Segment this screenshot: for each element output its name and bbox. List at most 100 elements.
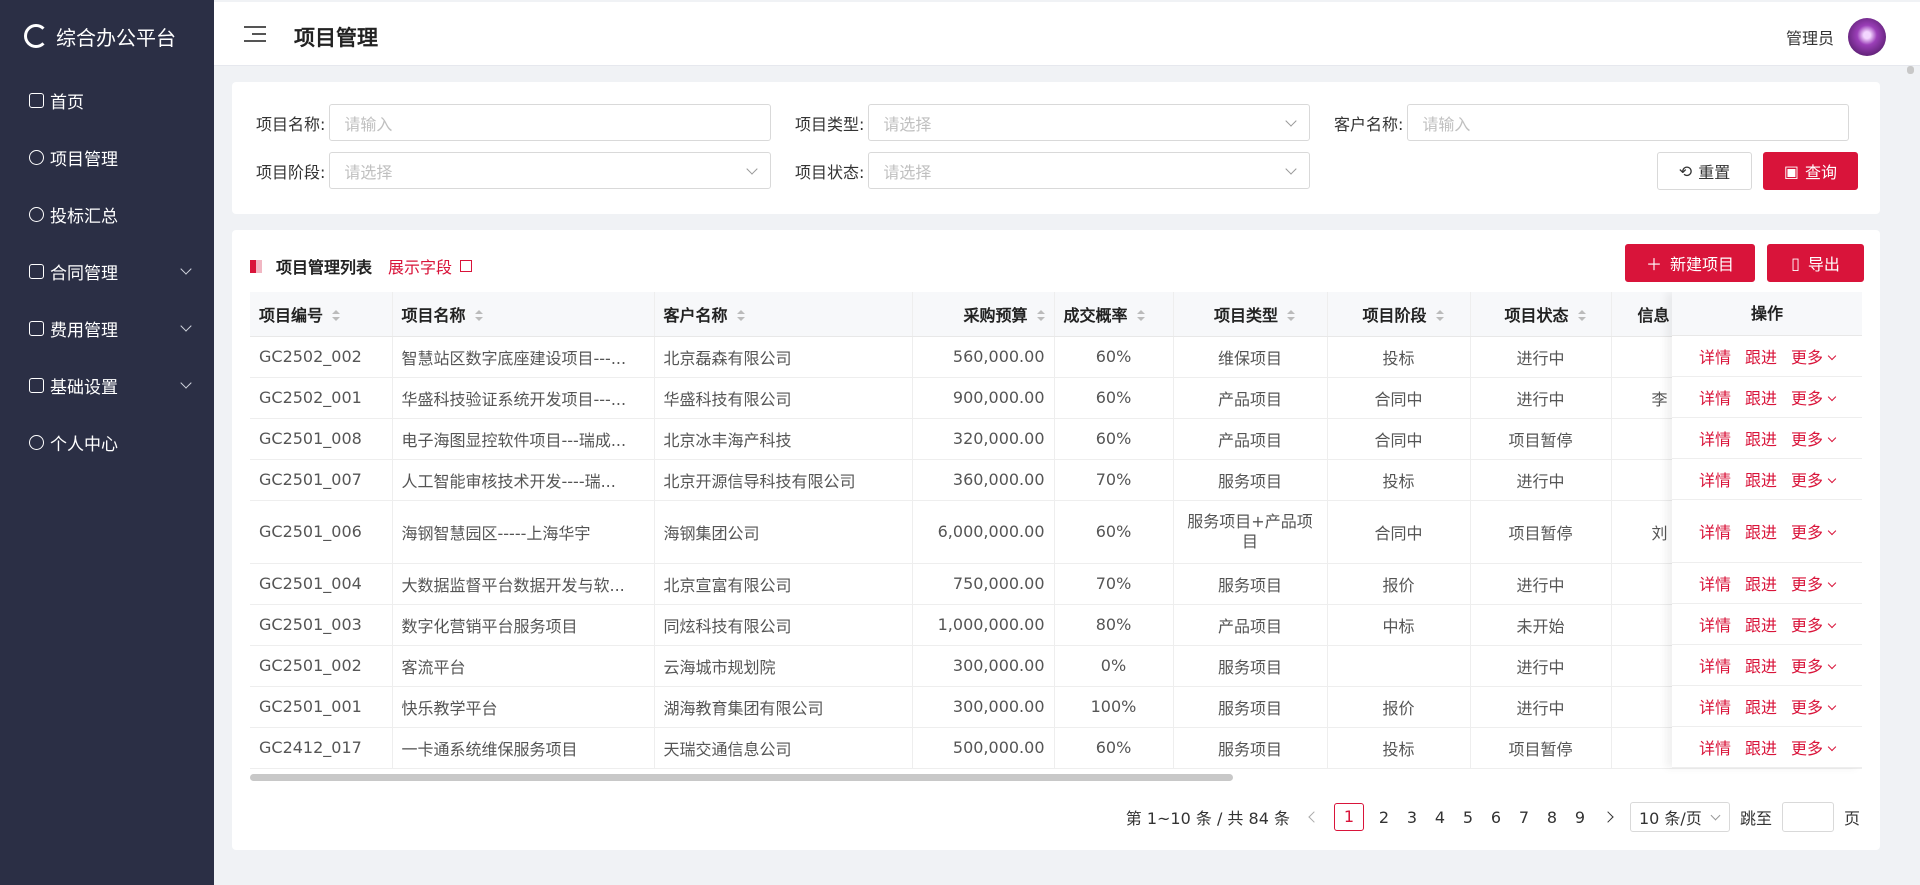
header-label: 成交概率 (1063, 305, 1128, 325)
sidebar-item-bids[interactable]: 投标汇总 (0, 186, 214, 243)
show-fields-button[interactable]: 展示字段 (388, 254, 473, 278)
jump-input[interactable] (1781, 802, 1834, 832)
sort-icon[interactable] (1577, 310, 1586, 322)
table-row[interactable]: GC2412_017 一卡通系统维保服务项目 天瑞交通信息公司 500,000.00 6… (250, 727, 1862, 769)
follow-link[interactable]: 跟进 (1745, 344, 1777, 368)
more-dropdown[interactable]: 更多 (1791, 426, 1835, 450)
table-cell: 北京开源信导科技有限公司 (654, 459, 913, 501)
project-name-input[interactable]: 请输入 (329, 104, 772, 141)
user-menu[interactable]: 管理员 (1786, 18, 1886, 56)
reset-button[interactable]: ⟲ 重置 (1657, 152, 1752, 190)
app-logo[interactable]: 综合办公平台 (0, 0, 214, 72)
sidebar-item-settings[interactable]: 基础设置 (0, 357, 214, 414)
sidebar-item-profile[interactable]: 个人中心 (0, 414, 214, 471)
sort-icon[interactable] (1287, 310, 1295, 322)
follow-link[interactable]: 跟进 (1745, 653, 1777, 677)
table-row[interactable]: GC2501_007 人工智能审核技术开发----瑞... 北京开源信导科技有限公司… (250, 459, 1862, 501)
follow-link[interactable]: 跟进 (1745, 467, 1777, 491)
follow-link[interactable]: 跟进 (1745, 519, 1777, 543)
col-header-name[interactable]: 项目名称 (392, 292, 655, 337)
col-header-customer[interactable]: 客户名称 (654, 292, 913, 337)
detail-link[interactable]: 详情 (1699, 467, 1731, 491)
follow-link[interactable]: 跟进 (1745, 426, 1777, 450)
sidebar-item-contracts[interactable]: 合同管理 (0, 243, 214, 300)
detail-link[interactable]: 详情 (1699, 653, 1731, 677)
sort-icon[interactable] (1036, 310, 1045, 322)
more-dropdown[interactable]: 更多 (1791, 612, 1835, 636)
col-header-probability[interactable]: 成交概率 (1054, 292, 1174, 337)
table-row[interactable]: GC2501_002 客流平台 云海城市规划院 300,000.00 0% 服务项目 进行中 (250, 645, 1862, 687)
page-number[interactable]: 4 (1432, 808, 1448, 827)
table-cell: 进行中 (1470, 563, 1612, 605)
table-row[interactable]: GC2502_002 智慧站区数字底座建设项目---... 北京磊森有限公司 560,… (250, 336, 1862, 378)
more-dropdown[interactable]: 更多 (1791, 653, 1835, 677)
page-number[interactable]: 7 (1516, 808, 1532, 827)
page-number[interactable]: 8 (1544, 808, 1560, 827)
more-dropdown[interactable]: 更多 (1791, 519, 1835, 543)
customer-name-input[interactable]: 请输入 (1407, 104, 1850, 141)
project-type-select[interactable]: 请选择 (868, 104, 1311, 141)
page-size-select[interactable]: 10 条/页 (1629, 802, 1730, 832)
sort-icon[interactable] (332, 310, 341, 322)
next-page-icon[interactable] (1602, 811, 1614, 823)
col-header-code[interactable]: 项目编号 (250, 292, 393, 337)
table-row[interactable]: GC2502_001 华盛科技验证系统开发项目---... 华盛科技有限公司 900,… (250, 377, 1862, 419)
follow-link[interactable]: 跟进 (1745, 571, 1777, 595)
table-row[interactable]: GC2501_003 数字化营销平台服务项目 同炫科技有限公司 1,000,000.0… (250, 604, 1862, 646)
project-stage-select[interactable]: 请选择 (329, 152, 772, 189)
sort-icon[interactable] (474, 310, 483, 322)
sidebar-item-home[interactable]: 首页 (0, 72, 214, 129)
page-number[interactable]: 2 (1376, 808, 1392, 827)
page-number[interactable]: 1 (1333, 803, 1364, 831)
table-row[interactable]: GC2501_008 电子海图显控软件项目---瑞成... 北京冰丰海产科技 320,… (250, 418, 1862, 460)
detail-link[interactable]: 详情 (1699, 612, 1731, 636)
table-row[interactable]: GC2501_004 大数据监督平台数据开发与软... 北京宣富有限公司 750,00… (250, 563, 1862, 605)
col-header-type[interactable]: 项目类型 (1173, 292, 1328, 337)
avatar[interactable] (1848, 18, 1886, 56)
col-header-status[interactable]: 项目状态 (1470, 292, 1612, 337)
sort-icon[interactable] (1136, 310, 1145, 322)
sort-icon[interactable] (1435, 310, 1444, 322)
query-button[interactable]: ▣ 查询 (1763, 152, 1858, 190)
page-number[interactable]: 5 (1460, 808, 1476, 827)
new-project-button[interactable]: ＋ 新建项目 (1625, 244, 1755, 282)
detail-link[interactable]: 详情 (1699, 426, 1731, 450)
page-number[interactable]: 9 (1572, 808, 1588, 827)
sidebar-item-projects[interactable]: 项目管理 (0, 129, 214, 186)
table-header-row: 项目编号 项目名称 客户名称 采购预算 成交概率 项目类型 项目阶段 项目状态 … (250, 292, 1862, 337)
sort-icon[interactable] (736, 310, 745, 322)
page-number[interactable]: 3 (1404, 808, 1420, 827)
page-number[interactable]: 6 (1488, 808, 1504, 827)
table-cell: 一卡通系统维保服务项目 (392, 727, 655, 769)
more-dropdown[interactable]: 更多 (1791, 571, 1835, 595)
table-row[interactable]: GC2501_006 海钢智慧园区-----上海华宇 海钢集团公司 6,000,000… (250, 500, 1862, 564)
follow-link[interactable]: 跟进 (1745, 735, 1777, 759)
detail-link[interactable]: 详情 (1699, 519, 1731, 543)
table-row[interactable]: GC2501_001 快乐教学平台 湖海教育集团有限公司 300,000.00 100%… (250, 686, 1862, 728)
col-header-budget[interactable]: 采购预算 (912, 292, 1055, 337)
detail-link[interactable]: 详情 (1699, 344, 1731, 368)
more-dropdown[interactable]: 更多 (1791, 344, 1835, 368)
detail-link[interactable]: 详情 (1699, 385, 1731, 409)
more-dropdown[interactable]: 更多 (1791, 694, 1835, 718)
more-dropdown[interactable]: 更多 (1791, 735, 1835, 759)
prev-page-icon[interactable] (1308, 811, 1320, 823)
table-cell (1327, 645, 1471, 687)
more-dropdown[interactable]: 更多 (1791, 467, 1835, 491)
export-button[interactable]: ▯ 导出 (1767, 244, 1864, 282)
more-dropdown[interactable]: 更多 (1791, 385, 1835, 409)
project-status-select[interactable]: 请选择 (868, 152, 1311, 189)
sidebar-item-expenses[interactable]: 费用管理 (0, 300, 214, 357)
table-cell: 服务项目 (1173, 645, 1328, 687)
menu-fold-icon[interactable] (244, 26, 266, 42)
detail-link[interactable]: 详情 (1699, 694, 1731, 718)
follow-link[interactable]: 跟进 (1745, 694, 1777, 718)
detail-link[interactable]: 详情 (1699, 571, 1731, 595)
follow-link[interactable]: 跟进 (1745, 385, 1777, 409)
follow-link[interactable]: 跟进 (1745, 612, 1777, 636)
detail-link[interactable]: 详情 (1699, 735, 1731, 759)
col-header-stage[interactable]: 项目阶段 (1327, 292, 1471, 337)
page-scrollbar[interactable] (1902, 66, 1920, 885)
table-cell: GC2501_007 (250, 459, 393, 501)
table-horizontal-scrollbar[interactable] (250, 772, 1862, 782)
